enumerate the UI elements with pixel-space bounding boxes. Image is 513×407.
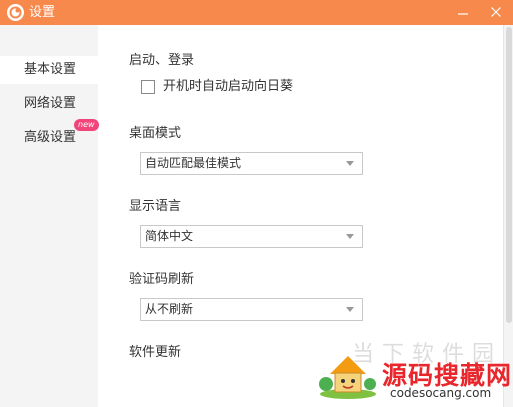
dropdown-arrow-icon [346,234,354,239]
sidebar-item-advanced[interactable]: 高级设置 new [0,119,99,152]
close-button[interactable] [482,0,510,25]
section-title-desktop-mode: 桌面模式 [129,126,182,141]
vertical-scrollbar[interactable] [503,25,513,407]
section-title-startup: 启动、登录 [129,53,195,68]
minimize-button[interactable] [449,0,477,25]
settings-sidebar: 基本设置 网络设置 高级设置 new [0,25,99,407]
autostart-checkbox[interactable] [141,80,155,94]
watermark-url: codesocang.com [390,386,492,400]
watermark: 当下软件园 源码搜藏网 codesocang.com [312,340,511,402]
captcha-refresh-value: 从不刷新 [145,302,194,316]
title-bar: 设置 [0,0,513,25]
app-logo-icon [7,4,24,21]
section-title-language: 显示语言 [129,199,182,214]
scrollbar-thumb[interactable] [506,27,512,323]
house-logo-icon [319,356,376,399]
minimize-icon [457,3,469,22]
sidebar-item-label: 网络设置 [24,96,77,111]
language-select[interactable]: 简体中文 [140,225,363,248]
sidebar-item-basic[interactable]: 基本设置 [0,56,98,84]
close-icon [490,3,502,22]
sidebar-item-network[interactable]: 网络设置 [0,90,98,118]
captcha-refresh-select[interactable]: 从不刷新 [140,298,363,321]
desktop-mode-value: 自动匹配最佳模式 [145,156,242,170]
desktop-mode-select[interactable]: 自动匹配最佳模式 [140,152,363,175]
autostart-checkbox-label[interactable]: 开机时自动启动向日葵 [163,79,293,95]
window-title: 设置 [29,5,56,20]
sidebar-item-label: 高级设置 [24,130,77,145]
sidebar-item-label: 基本设置 [24,62,77,77]
section-title-software-update: 软件更新 [129,345,182,360]
new-badge: new [74,119,99,131]
section-title-captcha-refresh: 验证码刷新 [129,272,195,287]
language-value: 简体中文 [145,229,194,243]
dropdown-arrow-icon [346,161,354,166]
dropdown-arrow-icon [346,307,354,312]
